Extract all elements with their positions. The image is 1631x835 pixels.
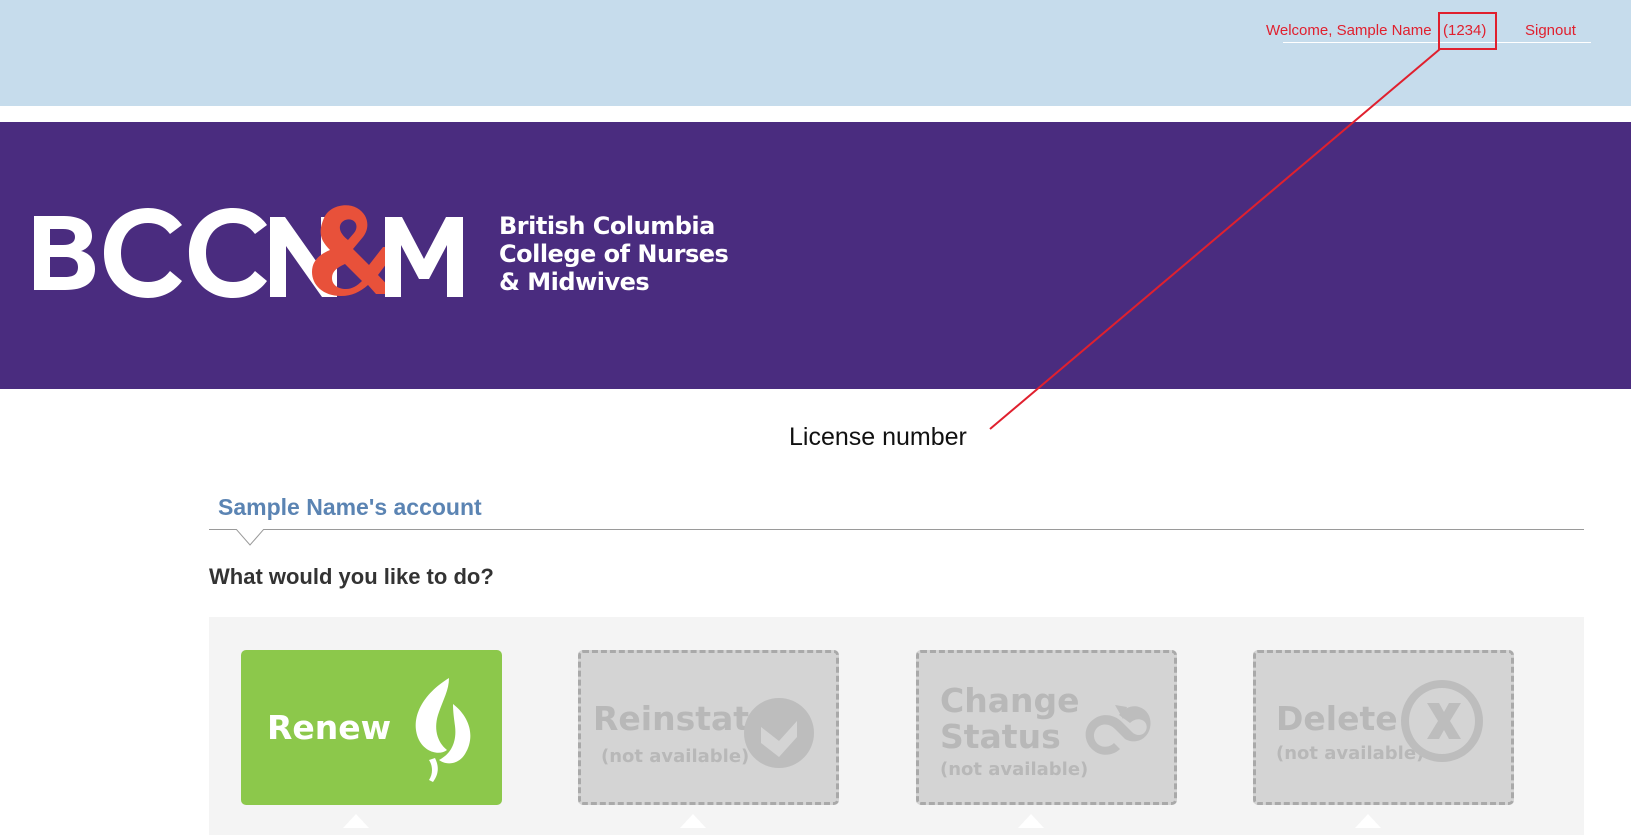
cycle-icon xyxy=(1085,705,1151,755)
renew-label: Renew xyxy=(267,708,392,747)
reinstate-unavailable: (not available) xyxy=(601,746,750,767)
change-status-label-line2: Status xyxy=(940,717,1061,756)
welcome-text: Welcome, Sample Name xyxy=(1266,22,1432,39)
logo-line-1: British Columbia xyxy=(499,212,715,240)
reinstate-button[interactable]: Reinstate (not available) xyxy=(578,650,839,805)
logo-line-3: & Midwives xyxy=(499,268,650,296)
annotation-label: License number xyxy=(789,423,967,451)
change-status-label-line1: Change xyxy=(940,681,1080,720)
check-circle-icon xyxy=(744,698,814,768)
logo-wordmark: British Columbia College of Nurses & Mid… xyxy=(499,212,729,296)
top-bar: Welcome, Sample Name (1234) Signout xyxy=(0,0,1631,106)
account-divider xyxy=(209,529,1584,530)
change-status-unavailable: (not available) xyxy=(940,759,1089,780)
renew-button[interactable]: Renew xyxy=(241,650,502,805)
change-status-pointer xyxy=(1018,814,1044,828)
renew-pointer xyxy=(343,814,369,828)
action-question: What would you like to do? xyxy=(209,564,494,589)
x-circle-icon xyxy=(1401,680,1483,762)
leaf-icon xyxy=(415,678,471,782)
delete-button[interactable]: Delete (not available) xyxy=(1253,650,1514,805)
account-title: Sample Name's account xyxy=(218,494,482,520)
change-status-button[interactable]: Change Status (not available) xyxy=(916,650,1177,805)
delete-label: Delete xyxy=(1276,699,1398,738)
delete-pointer xyxy=(1355,814,1381,828)
reinstate-pointer xyxy=(680,814,706,828)
divider-notch-icon xyxy=(236,529,264,546)
logo-mark-svg xyxy=(34,205,463,298)
signout-link[interactable]: Signout xyxy=(1525,22,1576,39)
logo-line-2: College of Nurses xyxy=(499,240,729,268)
bccnm-logo[interactable] xyxy=(30,202,480,307)
license-highlight-box xyxy=(1438,12,1497,50)
topbar-divider xyxy=(1283,42,1591,43)
